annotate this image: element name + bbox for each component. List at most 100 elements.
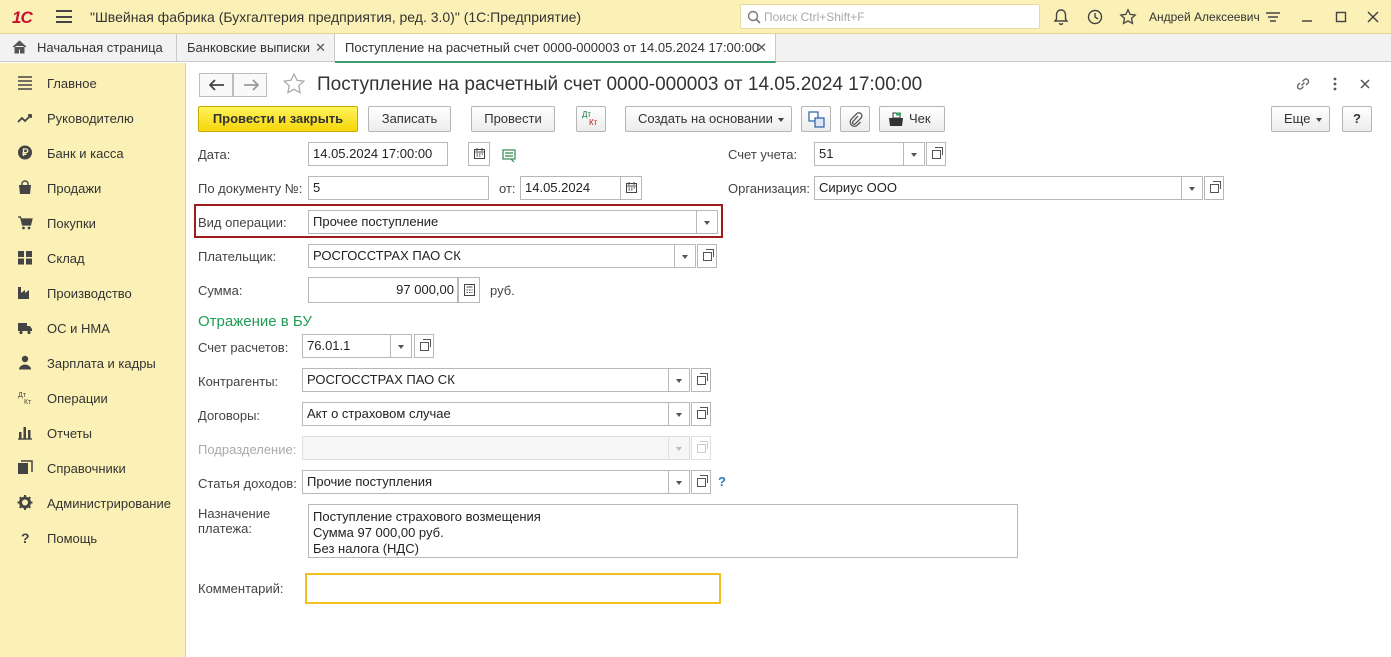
user-name[interactable]: Андрей Алексеевич [1149,10,1260,24]
sidebar-item-help[interactable]: ? Помощь [0,520,186,555]
document-structure-icon [808,111,825,128]
org-dropdown-button[interactable] [1181,176,1203,200]
from-date-field[interactable]: 14.05.2024 [520,176,623,200]
maximize-icon[interactable] [1332,8,1350,26]
create-based-on-label: Создать на основании [638,111,773,126]
sidebar-item-purchases[interactable]: Покупки [0,205,186,240]
contracts-field[interactable]: Акт о страховом случае [302,402,672,426]
income-item-help-link[interactable]: ? [718,474,726,489]
settle-account-dropdown-button[interactable] [390,334,412,358]
favorite-star-icon[interactable] [282,72,306,96]
search-placeholder: Поиск Ctrl+Shift+F [764,10,865,24]
sidebar-item-catalogs[interactable]: Справочники [0,450,186,485]
post-and-close-button[interactable]: Провести и закрыть [198,106,358,132]
sum-field[interactable]: 97 000,00 [308,277,458,303]
sidebar-item-admin[interactable]: Администрирование [0,485,186,520]
document-title: Поступление на расчетный счет 0000-00000… [317,74,923,95]
sidebar: Главное Руководителю Банк и касса Продаж… [0,63,186,657]
purpose-textarea[interactable]: Поступление страхового возмещения Сумма … [308,504,1018,558]
sidebar-item-manager[interactable]: Руководителю [0,100,186,135]
date-note-icon[interactable] [502,149,518,163]
back-button[interactable] [199,73,233,97]
sidebar-item-assets[interactable]: ОС и НМА [0,310,186,345]
account-open-button[interactable] [926,142,946,166]
contracts-open-button[interactable] [691,402,711,426]
tab-bank-statements[interactable]: Банковские выписки ✕ [177,34,335,62]
bag-icon [19,180,31,194]
help-button[interactable]: ? [1342,106,1372,132]
list-icon [18,76,32,90]
close-tab-icon[interactable]: ✕ [315,34,326,61]
sidebar-item-label: Руководителю [47,111,134,126]
history-icon[interactable] [1086,8,1104,26]
contracts-dropdown-button[interactable] [668,402,690,426]
settle-account-open-button[interactable] [414,334,434,358]
contractors-open-button[interactable] [691,368,711,392]
dt-kt-button[interactable]: Дт Кт [576,106,606,132]
svg-text:?: ? [21,530,30,545]
docnum-field[interactable]: 5 [308,176,489,200]
calendar-icon [474,148,485,159]
payer-dropdown-button[interactable] [674,244,696,268]
optype-dropdown-button[interactable] [696,210,718,234]
attach-button[interactable] [840,106,870,132]
tab-home[interactable]: Начальная страница [0,34,177,62]
more-vertical-icon[interactable] [1326,75,1344,93]
income-item-dropdown-button[interactable] [668,470,690,494]
star-icon[interactable] [1119,8,1137,26]
structure-button[interactable] [801,106,831,132]
payer-open-button[interactable] [697,244,717,268]
optype-label: Вид операции: [198,215,287,230]
income-item-open-button[interactable] [691,470,711,494]
sum-calculator-button[interactable] [458,277,480,303]
account-field[interactable]: 51 [814,142,906,166]
close-window-icon[interactable] [1364,8,1382,26]
dt-kt-icon-kt: Кт [589,118,598,127]
person-icon [19,355,31,370]
main-menu-icon[interactable] [56,10,72,23]
minimize-icon[interactable] [1298,8,1316,26]
sidebar-item-bank[interactable]: Банк и касса [0,135,186,170]
sidebar-item-operations[interactable]: Дт Кт Операции [0,380,186,415]
more-button[interactable]: Еще [1271,106,1330,132]
sidebar-item-warehouse[interactable]: Склад [0,240,186,275]
optype-field[interactable]: Прочее поступление [308,210,698,234]
search-input[interactable]: Поиск Ctrl+Shift+F [740,4,1040,29]
comment-field[interactable] [305,573,721,604]
sidebar-item-production[interactable]: Производство [0,275,186,310]
payer-field[interactable]: РОСГОССТРАХ ПАО СК [308,244,678,268]
sidebar-item-sales[interactable]: Продажи [0,170,186,205]
bar-chart-icon [18,427,32,440]
tab-document[interactable]: Поступление на расчетный счет 0000-00000… [335,34,776,63]
bell-icon[interactable] [1052,8,1070,26]
income-item-field[interactable]: Прочие поступления [302,470,672,494]
org-label: Организация: [728,181,811,196]
date-field[interactable]: 14.05.2024 17:00:00 [308,142,448,166]
settle-account-label: Счет расчетов: [198,340,289,355]
link-icon[interactable] [1294,75,1312,93]
from-date-calendar-button[interactable] [620,176,642,200]
sidebar-item-salary[interactable]: Зарплата и кадры [0,345,186,380]
date-calendar-button[interactable] [468,142,490,166]
contracts-label: Договоры: [198,408,261,423]
close-form-icon[interactable] [1356,75,1374,93]
save-button[interactable]: Записать [368,106,451,132]
sidebar-item-label: Производство [47,286,132,301]
more-label: Еще [1284,111,1311,126]
close-tab-icon[interactable]: ✕ [756,34,767,61]
account-dropdown-button[interactable] [903,142,925,166]
contractors-field[interactable]: РОСГОССТРАХ ПАО СК [302,368,672,392]
create-based-on-button[interactable]: Создать на основании [625,106,792,132]
settings-menu-icon[interactable] [1264,8,1282,26]
sidebar-item-label: Склад [47,251,85,266]
post-button[interactable]: Провести [471,106,555,132]
receipt-button[interactable]: Чек [879,106,945,132]
contractors-dropdown-button[interactable] [668,368,690,392]
forward-button[interactable] [233,73,267,97]
settle-account-field[interactable]: 76.01.1 [302,334,398,358]
org-open-button[interactable] [1204,176,1224,200]
org-field[interactable]: Сириус ООО [814,176,1184,200]
gear-icon [17,495,33,510]
sidebar-item-main[interactable]: Главное [0,65,186,100]
sidebar-item-reports[interactable]: Отчеты [0,415,186,450]
